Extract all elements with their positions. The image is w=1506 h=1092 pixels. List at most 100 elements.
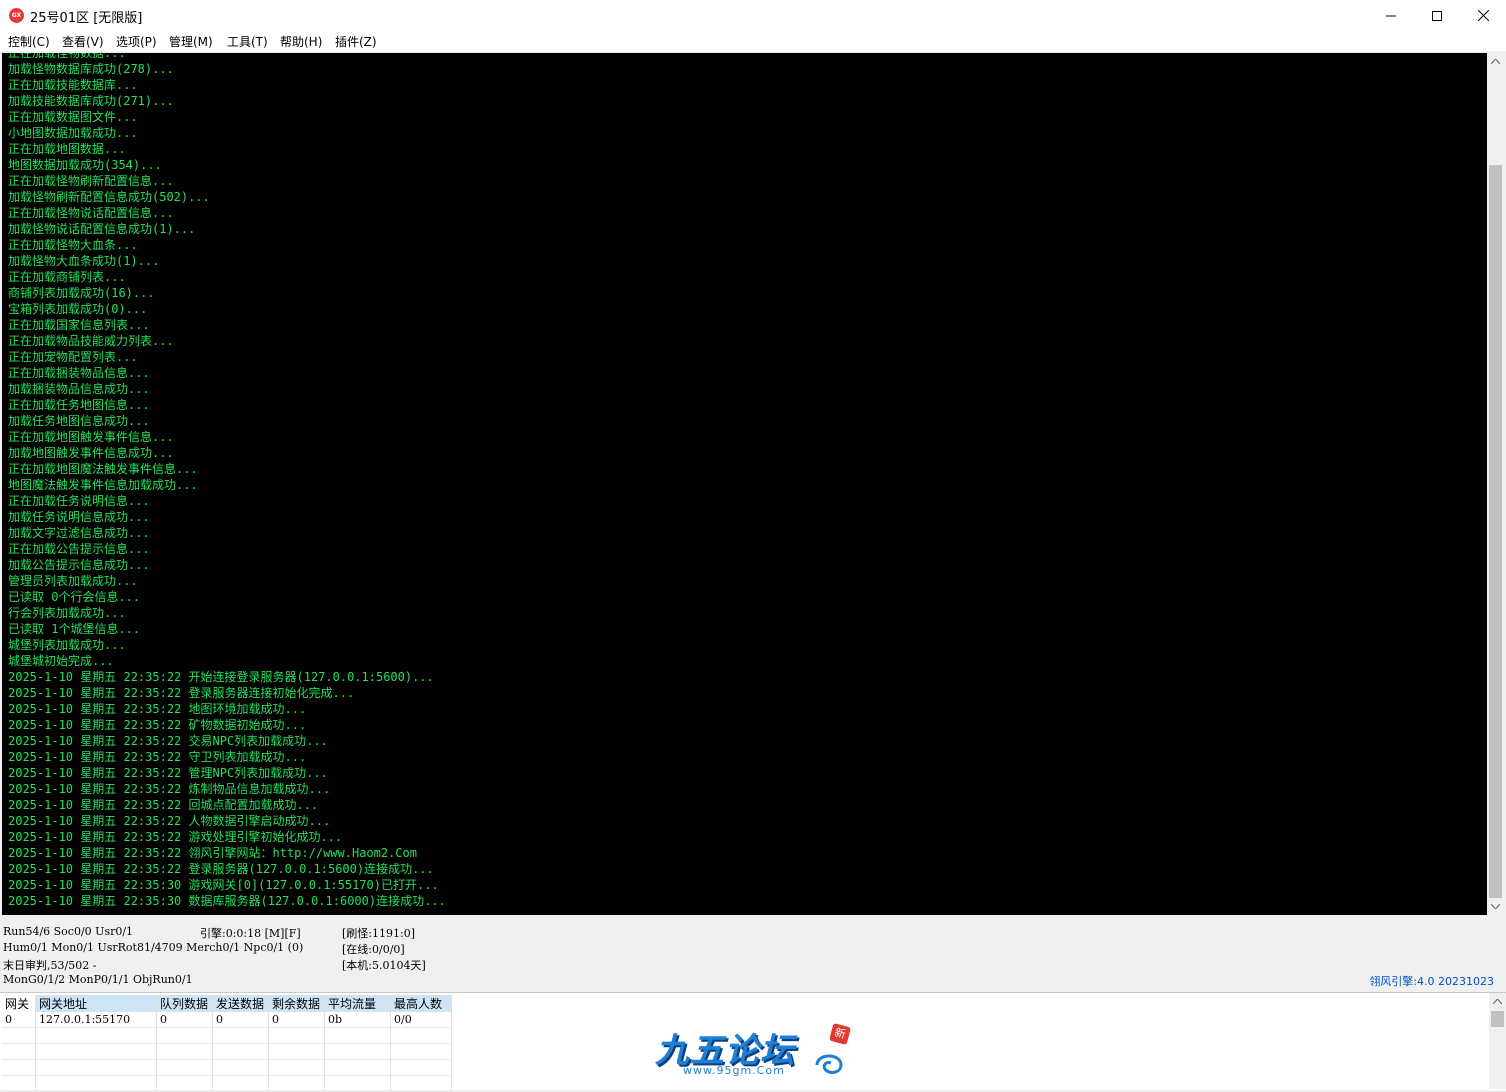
log-line: 行会列表加载成功... bbox=[8, 606, 126, 620]
maximize-button[interactable] bbox=[1414, 0, 1460, 31]
title-bar: GX 25号01区 [无限版] bbox=[0, 0, 1506, 31]
scroll-down-icon[interactable] bbox=[1487, 898, 1504, 915]
cell-address: 127.0.0.1:55170 bbox=[35, 1012, 157, 1028]
log-line: 加载任务说明信息成功... bbox=[8, 510, 150, 524]
log-line: 正在加载地图数据... bbox=[8, 142, 126, 156]
col-max-users[interactable]: 最高人数 bbox=[390, 995, 452, 1012]
log-line: 地图数据加载成功(354)... bbox=[8, 158, 162, 172]
log-line: 正在加载怪物数据... bbox=[8, 53, 126, 60]
log-line: 正在加载地图魔法触发事件信息... bbox=[8, 462, 198, 476]
log-line: 正在加载地图触发事件信息... bbox=[8, 430, 174, 444]
gateway-header-row: 网关 网关地址 队列数据 发送数据 剩余数据 平均流量 最高人数 bbox=[2, 995, 452, 1012]
log-line: 正在加载任务地图信息... bbox=[8, 398, 150, 412]
log-scrollbar[interactable] bbox=[1487, 53, 1504, 915]
log-line: 管理员列表加载成功... bbox=[8, 574, 138, 588]
menu-tools[interactable]: 工具(T) bbox=[227, 33, 268, 50]
log-line: 加载捆装物品信息成功... bbox=[8, 382, 150, 396]
log-line: 2025-1-10 星期五 22:35:30 数据库服务器(127.0.0.1:… bbox=[8, 894, 446, 908]
minimize-icon bbox=[1386, 15, 1396, 16]
log-line: 正在加载怪物大血条... bbox=[8, 238, 138, 252]
log-line: 地图魔法触发事件信息加载成功... bbox=[8, 478, 198, 492]
watermark-url: www.95gm.Com bbox=[683, 1064, 785, 1077]
window-title: 25号01区 [无限版] bbox=[30, 11, 143, 26]
log-line: 正在加载怪物说话配置信息... bbox=[8, 206, 174, 220]
log-line: 2025-1-10 星期五 22:35:22 交易NPC列表加载成功... bbox=[8, 734, 328, 748]
log-line: 2025-1-10 星期五 22:35:22 管理NPC列表加载成功... bbox=[8, 766, 328, 780]
log-line: 已读取 0个行会信息... bbox=[8, 590, 141, 604]
table-row[interactable]: 0 127.0.0.1:55170 0 0 0 0b 0/0 bbox=[2, 1012, 452, 1028]
menu-manage[interactable]: 管理(M) bbox=[169, 33, 213, 50]
watermark-badge: 新 bbox=[828, 1022, 852, 1046]
log-line: 加载怪物刷新配置信息成功(502)... bbox=[8, 190, 210, 204]
scroll-thumb[interactable] bbox=[1489, 165, 1502, 898]
col-address[interactable]: 网关地址 bbox=[35, 995, 157, 1012]
table-row bbox=[2, 1059, 452, 1076]
table-row bbox=[2, 1043, 452, 1060]
maximize-icon bbox=[1432, 10, 1442, 21]
status-online: [在线:0/0/0] bbox=[342, 943, 405, 956]
log-console[interactable]: 正在加载怪物数据... 加载怪物数据库成功(278)... 正在加载技能数据库...… bbox=[2, 53, 1504, 915]
minimize-button[interactable] bbox=[1368, 0, 1414, 31]
log-lines: 正在加载怪物数据... 加载怪物数据库成功(278)... 正在加载技能数据库...… bbox=[8, 53, 1478, 909]
gateway-scrollbar[interactable] bbox=[1489, 993, 1506, 1089]
log-line: 2025-1-10 星期五 22:35:22 翎风引擎网站：http://www… bbox=[8, 846, 417, 860]
log-line: 宝箱列表加载成功(0)... bbox=[8, 302, 148, 316]
engine-version: 翎风引擎:4.0 20231023 bbox=[1369, 975, 1494, 988]
log-line: 正在加载捆装物品信息... bbox=[8, 366, 150, 380]
log-line: 2025-1-10 星期五 22:35:22 登录服务器连接初始化完成... bbox=[8, 686, 355, 700]
forum-watermark-logo: 九五论坛 新 www.95gm.Com bbox=[655, 1022, 855, 1083]
log-line: 2025-1-10 星期五 22:35:22 开始连接登录服务器(127.0.0… bbox=[8, 670, 434, 684]
log-line: 加载怪物说话配置信息成功(1)... bbox=[8, 222, 196, 236]
log-line: 2025-1-10 星期五 22:35:22 人物数据引擎启动成功... bbox=[8, 814, 331, 828]
status-panel: Run54/6 Soc0/0 Usr0/1 引擎:0:0:18 [M][F] [… bbox=[0, 915, 1506, 991]
log-line: 2025-1-10 星期五 22:35:30 游戏网关[0](127.0.0.1… bbox=[8, 878, 439, 892]
cell-avg-flow: 0b bbox=[324, 1012, 391, 1028]
log-line: 加载地图触发事件信息成功... bbox=[8, 446, 174, 460]
col-gateway[interactable]: 网关 bbox=[2, 995, 36, 1012]
status-local: [本机:5.0104天] bbox=[342, 959, 426, 972]
col-sent[interactable]: 发送数据 bbox=[212, 995, 269, 1012]
log-line: 正在加载数据图文件... bbox=[8, 110, 138, 124]
log-line: 商铺列表加载成功(16)... bbox=[8, 286, 155, 300]
table-row bbox=[2, 1027, 452, 1044]
log-line: 加载公告提示信息成功... bbox=[8, 558, 150, 572]
log-line: 2025-1-10 星期五 22:35:22 地图环境加载成功... bbox=[8, 702, 307, 716]
status-hum: Hum0/1 Mon0/1 UsrRot81/4709 Merch0/1 Npc… bbox=[3, 941, 304, 954]
menu-view[interactable]: 查看(V) bbox=[62, 33, 104, 50]
log-line: 城堡列表加载成功... bbox=[8, 638, 126, 652]
col-avg-flow[interactable]: 平均流量 bbox=[324, 995, 391, 1012]
log-line: 2025-1-10 星期五 22:35:22 登录服务器(127.0.0.1:5… bbox=[8, 862, 434, 876]
log-line: 2025-1-10 星期五 22:35:22 游戏处理引擎初始化成功... bbox=[8, 830, 343, 844]
log-line: 正在加宠物配置列表... bbox=[8, 350, 138, 364]
status-judge: 末日审判,53/502 - bbox=[3, 959, 97, 972]
log-line: 正在加载技能数据库... bbox=[8, 78, 138, 92]
log-line: 加载怪物大血条成功(1)... bbox=[8, 254, 160, 268]
scroll-thumb[interactable] bbox=[1491, 1011, 1504, 1027]
log-line: 正在加载国家信息列表... bbox=[8, 318, 150, 332]
log-line: 正在加载公告提示信息... bbox=[8, 542, 150, 556]
menu-plugins[interactable]: 插件(Z) bbox=[335, 33, 377, 50]
gateway-table: 网关 网关地址 队列数据 发送数据 剩余数据 平均流量 最高人数 0 127.0… bbox=[2, 995, 452, 1092]
table-row bbox=[2, 1075, 452, 1092]
scroll-up-icon[interactable] bbox=[1489, 993, 1506, 1010]
status-engine-time: 引擎:0:0:18 [M][F] bbox=[200, 927, 301, 940]
log-line: 正在加载任务说明信息... bbox=[8, 494, 150, 508]
close-button[interactable] bbox=[1460, 0, 1506, 31]
log-line: 加载任务地图信息成功... bbox=[8, 414, 150, 428]
status-refresh: [刷怪:1191:0] bbox=[342, 927, 415, 940]
gateway-panel: 网关 网关地址 队列数据 发送数据 剩余数据 平均流量 最高人数 0 127.0… bbox=[0, 992, 1506, 1092]
cell-remaining: 0 bbox=[268, 1012, 325, 1028]
menu-help[interactable]: 帮助(H) bbox=[280, 33, 322, 50]
log-line: 2025-1-10 星期五 22:35:22 矿物数据初始成功... bbox=[8, 718, 307, 732]
close-icon bbox=[1477, 10, 1489, 21]
col-queue[interactable]: 队列数据 bbox=[156, 995, 213, 1012]
log-line: 小地图数据加载成功... bbox=[8, 126, 138, 140]
log-line: 加载文字过滤信息成功... bbox=[8, 526, 150, 540]
menu-control[interactable]: 控制(C) bbox=[8, 33, 50, 50]
menu-options[interactable]: 选项(P) bbox=[116, 33, 157, 50]
log-line: 城堡城初始完成... bbox=[8, 654, 114, 668]
status-run: Run54/6 Soc0/0 Usr0/1 bbox=[3, 925, 134, 938]
swirl-icon bbox=[815, 1054, 843, 1074]
col-remaining[interactable]: 剩余数据 bbox=[268, 995, 325, 1012]
scroll-up-icon[interactable] bbox=[1487, 53, 1504, 70]
